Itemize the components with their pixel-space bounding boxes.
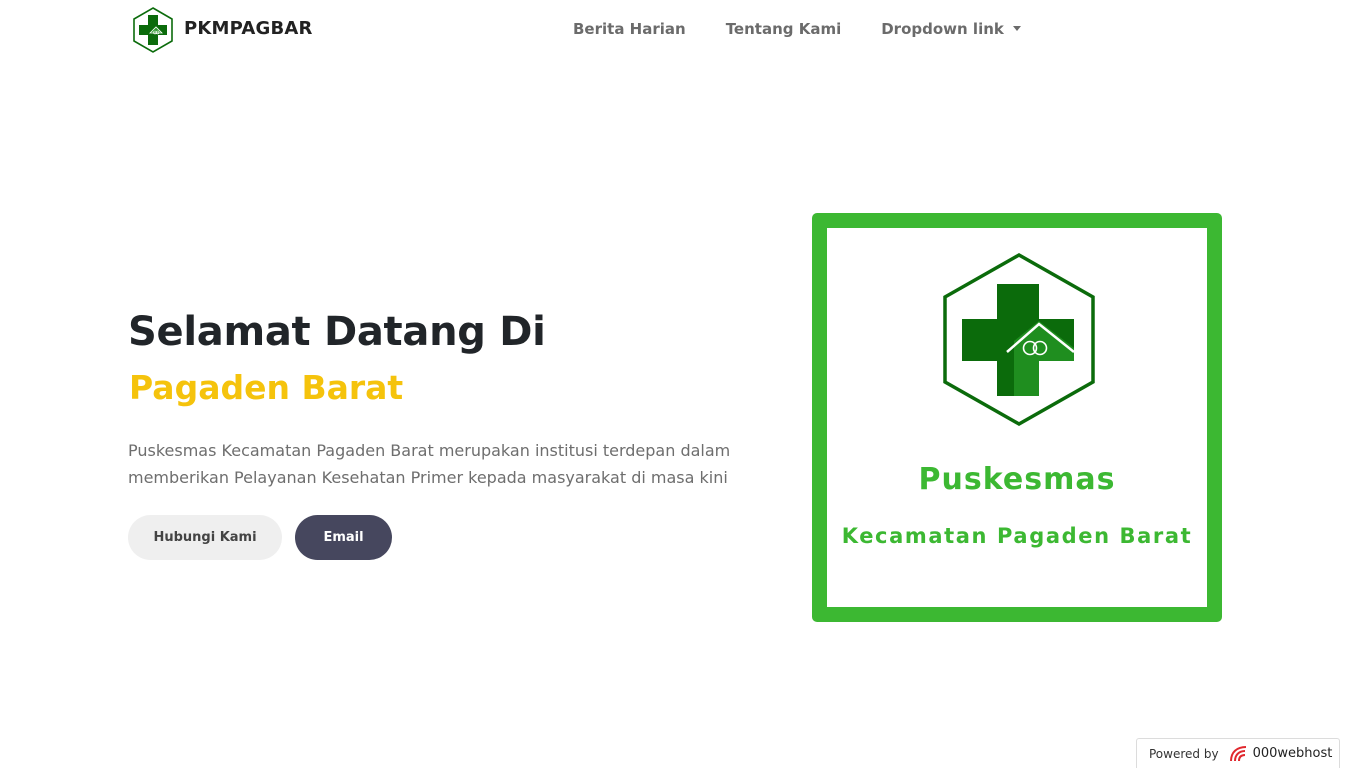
nav-link-berita-harian[interactable]: Berita Harian xyxy=(573,20,686,38)
brand-link[interactable]: PKMPAGBAR xyxy=(131,6,313,54)
hero-description: Puskesmas Kecamatan Pagaden Barat merupa… xyxy=(128,441,731,487)
hero-title: Selamat Datang Di xyxy=(128,309,546,355)
brand-name: PKMPAGBAR xyxy=(184,18,313,39)
puskesmas-logo-card: Puskesmas Kecamatan Pagaden Barat xyxy=(812,213,1222,622)
powered-by-label: Powered by xyxy=(1149,746,1219,761)
main-nav: Berita Harian Tentang Kami Dropdown link xyxy=(573,20,1021,38)
nav-dropdown-label: Dropdown link xyxy=(881,20,1004,38)
logo-card-subtitle: Kecamatan Pagaden Barat xyxy=(841,524,1193,548)
powered-by-host: 000webhost xyxy=(1252,746,1333,761)
000webhost-icon xyxy=(1229,745,1246,761)
puskesmas-emblem-icon xyxy=(943,252,1095,427)
caret-down-icon xyxy=(1012,26,1021,31)
contact-button[interactable]: Hubungi Kami xyxy=(128,515,282,560)
email-button[interactable]: Email xyxy=(295,515,392,560)
nav-dropdown-link[interactable]: Dropdown link xyxy=(881,20,1021,38)
hero-subtitle: Pagaden Barat xyxy=(129,368,404,407)
navbar: PKMPAGBAR Berita Harian Tentang Kami Dro… xyxy=(0,0,1366,60)
nav-link-tentang-kami[interactable]: Tentang Kami xyxy=(726,20,842,38)
puskesmas-logo-icon xyxy=(133,7,173,53)
logo-card-title: Puskesmas xyxy=(918,462,1116,497)
powered-by-badge[interactable]: Powered by 000webhost xyxy=(1136,738,1340,768)
